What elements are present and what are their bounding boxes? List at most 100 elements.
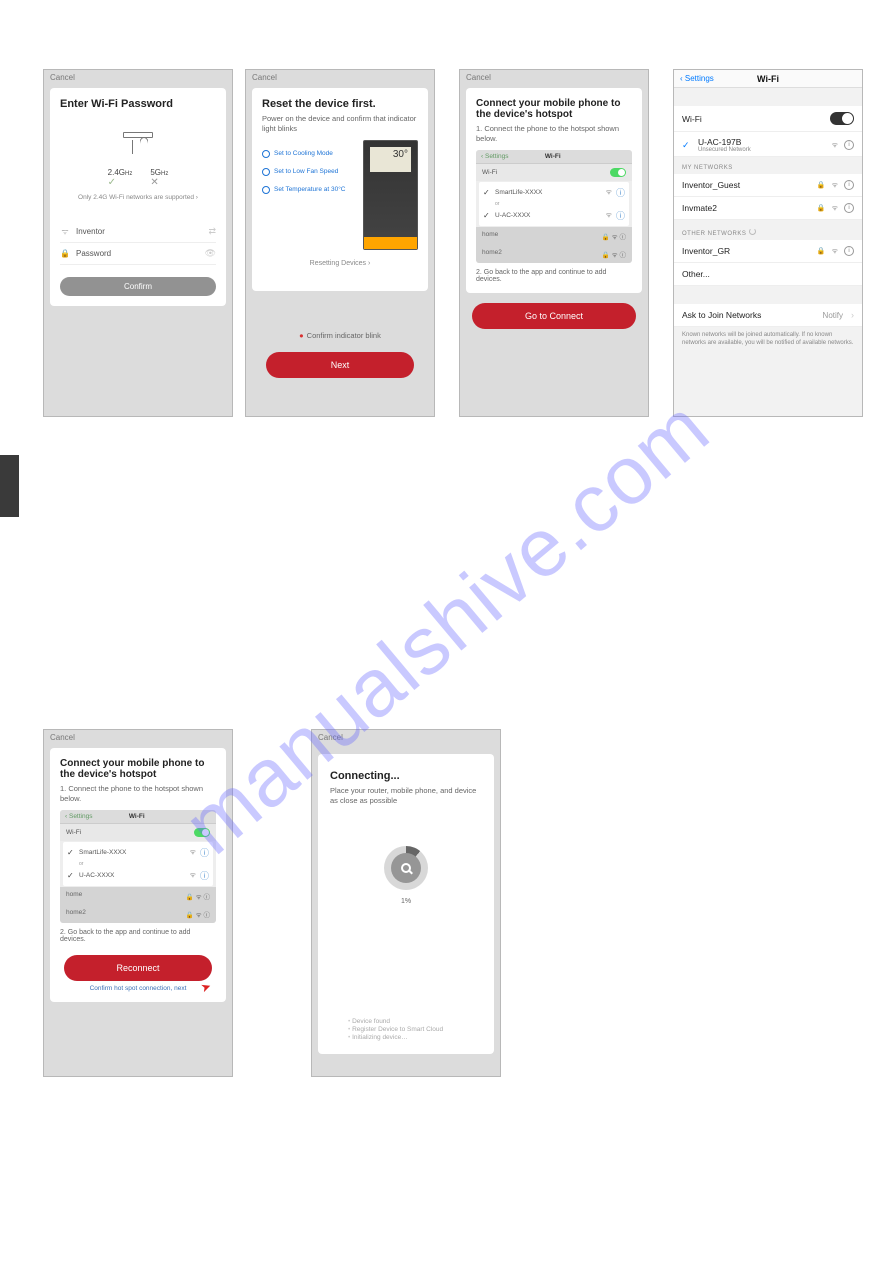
cancel-link[interactable]: Cancel [312, 730, 500, 748]
screen2-title: Reset the device first. [262, 98, 418, 110]
cancel-link[interactable]: Cancel [246, 70, 434, 88]
current-network-row[interactable]: ✓ U-AC-197B Unsecured Network ᯤ i [674, 132, 862, 157]
my-networks-header: MY NETWORKS [674, 157, 862, 174]
connecting-sub: Place your router, mobile phone, and dev… [330, 786, 482, 806]
cross-icon: ✕ [150, 177, 168, 188]
confirm-hotspot-link[interactable]: Confirm hot spot connection, next ➤ [60, 985, 216, 992]
info-icon: ⓘ [200, 846, 209, 859]
wifi-icon: ᯤ [60, 226, 70, 237]
screenshot-connecting: Cancel Connecting... Place your router, … [311, 729, 501, 1077]
ssid-input[interactable]: ᯤ Inventor ⇄ [60, 221, 216, 243]
other-network-row[interactable]: Other... [674, 263, 862, 286]
toggle-icon [610, 168, 626, 177]
remote-illustration: 30° [363, 140, 418, 250]
wifi-icon: 🔒 ᯤ ⓘ [186, 891, 210, 901]
screenshot-reset-device: Cancel Reset the device first. Power on … [245, 69, 435, 417]
wifi-icon: ᯤ [832, 204, 838, 213]
connecting-title: Connecting... [330, 770, 482, 782]
eye-icon[interactable]: 👁 [205, 248, 216, 259]
freq-24g: 2.4GHz✓ [108, 168, 133, 188]
mini-settings-panel: ‹ SettingsWi-Fi Wi-Fi ✓SmartLife-XXXXᯤⓘ … [60, 810, 216, 923]
screenshot-row-2: Cancel Connect your mobile phone to the … [43, 729, 501, 1077]
cancel-link[interactable]: Cancel [44, 730, 232, 748]
spinner-icon [749, 228, 756, 235]
screen3-title: Connect your mobile phone to the device'… [476, 98, 632, 120]
network-row[interactable]: Invmate2🔒ᯤi [674, 197, 862, 220]
wifi-icon: 🔒 ᯤ ⓘ [602, 231, 626, 241]
network-row[interactable]: Inventor_GR🔒ᯤi [674, 240, 862, 263]
lock-icon: 🔒 [817, 181, 826, 189]
screen5-step2: 2. Go back to the app and continue to ad… [60, 929, 216, 943]
wifi-icon: ᯤ [190, 848, 196, 857]
chevron-right-icon: › [851, 310, 854, 320]
lock-icon: 🔒 [817, 204, 826, 212]
screen3-step2: 2. Go back to the app and continue to ad… [476, 269, 632, 283]
confirm-blink-checkbox[interactable]: ●Confirm indicator blink [246, 331, 434, 340]
info-icon: ⓘ [200, 869, 209, 882]
screenshot-enter-wifi-password: Cancel Enter Wi-Fi Password 2.4GHz✓ 5GHz… [43, 69, 233, 417]
wifi-icon: ᯤ [190, 871, 196, 880]
screenshot-row-1: Cancel Enter Wi-Fi Password 2.4GHz✓ 5GHz… [43, 69, 863, 417]
go-to-connect-button[interactable]: Go to Connect [472, 303, 636, 329]
check-icon: ✓ [483, 211, 491, 220]
ask-to-join-note: Known networks will be joined automatica… [674, 327, 862, 353]
mini-back: ‹ Settings [65, 813, 92, 820]
wifi-icon: ᯤ [832, 247, 838, 256]
option-temp[interactable]: Set Temperature at 30°C [262, 186, 357, 194]
info-icon: ⓘ [616, 209, 625, 222]
check-icon: ✓ [682, 140, 692, 151]
search-icon [401, 863, 411, 873]
screenshot-connect-hotspot: Cancel Connect your mobile phone to the … [459, 69, 649, 417]
option-fan[interactable]: Set to Low Fan Speed [262, 168, 357, 176]
progress-indicator [384, 846, 428, 890]
wifi-icon: ᯤ [606, 188, 612, 197]
check-icon: ✓ [67, 848, 75, 857]
lock-icon: 🔒 [60, 249, 70, 258]
supported-note[interactable]: Only 2.4G Wi-Fi networks are supported › [60, 194, 216, 201]
toggle-icon[interactable] [830, 112, 854, 125]
swap-icon[interactable]: ⇄ [208, 226, 216, 237]
info-icon[interactable]: i [844, 203, 854, 213]
option-cooling[interactable]: Set to Cooling Mode [262, 150, 357, 158]
router-illustration [118, 132, 158, 162]
confirm-button[interactable]: Confirm [60, 277, 216, 296]
info-icon[interactable]: i [844, 180, 854, 190]
ask-to-join-row[interactable]: Ask to Join NetworksNotify› [674, 304, 862, 327]
wifi-toggle-row[interactable]: Wi-Fi [674, 106, 862, 132]
screen2-sub: Power on the device and confirm that ind… [262, 114, 418, 134]
check-icon: ✓ [108, 177, 133, 188]
password-input[interactable]: 🔒 Password 👁 [60, 243, 216, 265]
screen5-step1: 1. Connect the phone to the hotspot show… [60, 784, 216, 804]
info-icon[interactable]: i [844, 140, 854, 150]
page-side-tab [0, 455, 19, 517]
wifi-title: Wi-Fi [674, 74, 862, 84]
freq-5g: 5GHz✕ [150, 168, 168, 188]
arrow-icon: ➤ [199, 978, 213, 995]
wifi-icon: 🔒 ᯤ ⓘ [186, 909, 210, 919]
mini-back: ‹ Settings [481, 153, 508, 160]
screenshot-ios-wifi-settings: ‹ Settings Wi-Fi Wi-Fi ✓ U-AC-197B Unsec… [673, 69, 863, 417]
lock-icon: 🔒 [817, 247, 826, 255]
other-networks-header: OTHER NETWORKS [674, 220, 862, 240]
mini-settings-panel: ‹ SettingsWi-Fi Wi-Fi ✓SmartLife-XXXXᯤⓘ … [476, 150, 632, 263]
screen1-title: Enter Wi-Fi Password [60, 98, 216, 110]
resetting-devices-link[interactable]: Resetting Devices › [262, 260, 418, 267]
wifi-icon: ᯤ [832, 141, 838, 150]
progress-steps: Device found Register Device to Smart Cl… [348, 1017, 443, 1042]
wifi-icon: 🔒 ᯤ ⓘ [602, 249, 626, 259]
check-icon: ✓ [483, 188, 491, 197]
wifi-icon: ᯤ [832, 181, 838, 190]
check-icon: ✓ [67, 871, 75, 880]
reconnect-button[interactable]: Reconnect [64, 955, 212, 981]
screenshot-reconnect-hotspot: Cancel Connect your mobile phone to the … [43, 729, 233, 1077]
info-icon: ⓘ [616, 186, 625, 199]
toggle-icon [194, 828, 210, 837]
wifi-icon: ᯤ [606, 211, 612, 220]
cancel-link[interactable]: Cancel [44, 70, 232, 88]
screen5-title: Connect your mobile phone to the device'… [60, 758, 216, 780]
cancel-link[interactable]: Cancel [460, 70, 648, 88]
network-row[interactable]: Inventor_Guest🔒ᯤi [674, 174, 862, 197]
info-icon[interactable]: i [844, 246, 854, 256]
screen3-step1: 1. Connect the phone to the hotspot show… [476, 124, 632, 144]
next-button[interactable]: Next [266, 352, 414, 378]
